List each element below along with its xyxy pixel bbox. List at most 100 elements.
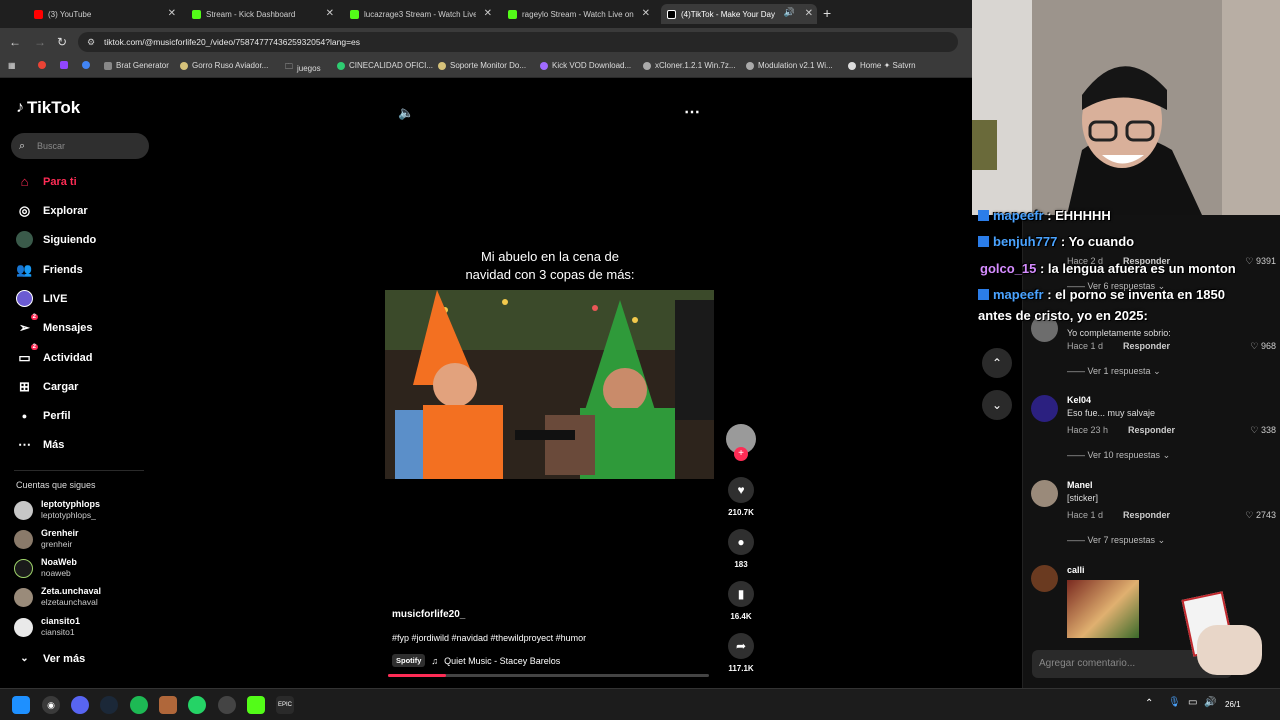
bookmark-item[interactable]: Soporte Monitor Do... xyxy=(438,61,526,70)
like-button[interactable]: ♥ 210.7K xyxy=(726,477,756,517)
tab-youtube[interactable]: (3) YouTube ✕ xyxy=(28,4,180,24)
followed-account[interactable]: Grenheir grenheir xyxy=(14,528,79,550)
steam-icon[interactable] xyxy=(100,696,118,714)
tiktok-logo[interactable]: ♪ TikTok xyxy=(16,98,80,118)
more-options-icon[interactable]: ⋯ xyxy=(684,102,700,122)
bookmark-item[interactable]: xCloner.1.2.1 Win.7z... xyxy=(643,61,735,70)
followed-account[interactable]: NoaWeb noaweb xyxy=(14,557,77,579)
bookmark-item[interactable]: Gorro Ruso Aviador... xyxy=(180,61,268,70)
bookmark-twitch-icon[interactable] xyxy=(60,61,68,69)
next-video-button[interactable]: ⌄ xyxy=(982,390,1012,420)
comment-likes[interactable]: ♡ 2743 xyxy=(1245,510,1276,521)
app-icon[interactable] xyxy=(218,696,236,714)
video-progress-bar[interactable] xyxy=(388,674,709,677)
new-tab-button[interactable]: + xyxy=(823,5,831,21)
nav-siguiendo[interactable]: Siguiendo xyxy=(16,231,96,248)
forward-icon[interactable]: → xyxy=(34,35,46,49)
tray-chevron-icon[interactable]: ⌃ xyxy=(1145,698,1153,709)
reload-icon[interactable]: ↻ xyxy=(57,35,67,49)
share-icon: ➦ xyxy=(728,633,754,659)
follow-plus-icon[interactable]: + xyxy=(734,447,748,461)
comment-likes[interactable]: ♡ 338 xyxy=(1250,425,1276,436)
nav-cargar[interactable]: ⊞ Cargar xyxy=(16,378,78,395)
followed-account[interactable]: Zeta.unchaval elzetaunchaval xyxy=(14,586,101,608)
whatsapp-icon[interactable] xyxy=(188,696,206,714)
followed-account[interactable]: ciansito1 ciansito1 xyxy=(14,616,80,638)
bookmark-drive-icon[interactable] xyxy=(82,61,90,69)
tab-kick-dashboard[interactable]: Stream - Kick Dashboard ✕ xyxy=(186,4,338,24)
nav-perfil[interactable]: ● Perfil xyxy=(16,407,71,424)
volume-tray-icon[interactable]: 🔊 xyxy=(1204,697,1216,708)
tab-tiktok[interactable]: (4)TikTok - Make Your Day 🔊 ✕ xyxy=(661,4,817,24)
close-tab-icon[interactable]: ✕ xyxy=(805,8,813,19)
avatar[interactable] xyxy=(1031,395,1058,422)
activity-badge: 2 xyxy=(30,344,38,350)
url-field[interactable]: ⚙ tiktok.com/@musicforlife20_/video/7587… xyxy=(78,32,958,52)
bookmark-item[interactable]: Modulation v2.1 Wi... xyxy=(746,61,833,70)
video-frame[interactable] xyxy=(385,290,714,479)
tab-rageylo[interactable]: rageylo Stream - Watch Live on ✕ xyxy=(502,4,654,24)
close-tab-icon[interactable]: ✕ xyxy=(642,8,650,19)
music-info[interactable]: Spotify ♫ Quiet Music - Stacey Barelos xyxy=(392,654,560,667)
avatar xyxy=(14,587,33,607)
kick-app-icon[interactable] xyxy=(247,696,265,714)
close-tab-icon[interactable]: ✕ xyxy=(484,8,492,19)
search-input[interactable]: ⌕ Buscar xyxy=(11,133,149,159)
apps-icon[interactable]: ▦ xyxy=(8,61,16,70)
comment-username[interactable]: Manel xyxy=(1067,480,1093,490)
close-tab-icon[interactable]: ✕ xyxy=(326,8,334,19)
bookmark-item[interactable]: Brat Generator xyxy=(104,61,169,70)
reply-button[interactable]: Responder xyxy=(1123,510,1170,520)
nav-actividad[interactable]: ▭ 2 Actividad xyxy=(16,344,93,366)
bookmark-item[interactable]: CINECALIDAD OFICI... xyxy=(337,61,433,70)
creator-avatar-button[interactable]: + xyxy=(726,424,756,461)
avatar[interactable] xyxy=(1031,565,1058,592)
discord-icon[interactable] xyxy=(71,696,89,714)
followed-account[interactable]: leptotyphlops leptotyphlops_ xyxy=(14,499,100,521)
video-author[interactable]: musicforlife20_ xyxy=(392,609,465,620)
tab-lucazrage3[interactable]: lucazrage3 Stream - Watch Live ✕ xyxy=(344,4,496,24)
comment-username[interactable]: calli xyxy=(1067,565,1085,575)
comment-item: Manel [sticker] Hace 1 d Responder ♡ 2743… xyxy=(1031,480,1276,545)
reply-button[interactable]: Responder xyxy=(1123,341,1170,351)
avatar[interactable] xyxy=(1031,480,1058,507)
video-hashtags[interactable]: #fyp #jordiwild #navidad #thewildproyect… xyxy=(392,633,586,643)
app-icon[interactable] xyxy=(159,696,177,714)
video-progress-fill xyxy=(388,674,446,677)
spotify-icon[interactable] xyxy=(130,696,148,714)
see-more-button[interactable]: ⌄ Ver más xyxy=(16,650,85,667)
save-button[interactable]: ▮ 16.4K xyxy=(726,581,756,621)
view-replies-button[interactable]: —— Ver 1 respuesta ⌄ xyxy=(1067,366,1161,377)
nav-friends[interactable]: 👥 Friends xyxy=(16,261,82,278)
speaker-icon[interactable]: 🔊 xyxy=(784,7,795,18)
chevron-down-icon: ⌄ xyxy=(20,653,29,664)
reply-button[interactable]: Responder xyxy=(1128,425,1175,435)
windows-start-icon[interactable] xyxy=(12,696,30,714)
bookmark-item[interactable]: Kick VOD Download... xyxy=(540,61,631,70)
comment-likes[interactable]: ♡ 968 xyxy=(1250,341,1276,352)
view-replies-button[interactable]: —— Ver 7 respuestas ⌄ xyxy=(1067,535,1165,546)
comment-username[interactable]: Kel04 xyxy=(1067,395,1091,405)
nav-mensajes[interactable]: ➢ 2 Mensajes xyxy=(16,314,93,336)
back-icon[interactable]: ← xyxy=(9,35,21,49)
share-button[interactable]: ➦ 117.1K xyxy=(726,633,756,673)
bookmark-item[interactable]: Home ✦ Satvrn xyxy=(848,61,916,70)
bookmark-gmail-icon[interactable] xyxy=(38,61,46,69)
nav-explorar[interactable]: ◎ Explorar xyxy=(16,202,88,219)
network-icon[interactable]: ▭ xyxy=(1188,697,1197,708)
view-replies-button[interactable]: —— Ver 10 respuestas ⌄ xyxy=(1067,450,1170,461)
previous-video-button[interactable]: ⌃ xyxy=(982,348,1012,378)
chrome-icon[interactable]: ◉ xyxy=(42,696,60,714)
close-tab-icon[interactable]: ✕ xyxy=(168,8,176,19)
bookmark-folder[interactable]: 🗀 juegos xyxy=(285,61,321,75)
site-info-icon[interactable]: ⚙ xyxy=(87,32,95,52)
comment-likes[interactable]: ♡ 9391 xyxy=(1245,256,1276,267)
nav-mas[interactable]: ⋯ Más xyxy=(16,436,64,453)
epic-games-icon[interactable]: EPIC xyxy=(276,696,294,714)
spotify-badge[interactable]: Spotify xyxy=(392,654,426,667)
microphone-icon[interactable]: 🎙 xyxy=(1168,697,1181,708)
nav-para-ti[interactable]: ⌂ Para ti xyxy=(16,173,77,190)
comment-button[interactable]: ● 183 xyxy=(726,529,756,569)
nav-live[interactable]: LIVE xyxy=(16,290,67,307)
volume-icon[interactable]: 🔈 xyxy=(398,105,414,121)
